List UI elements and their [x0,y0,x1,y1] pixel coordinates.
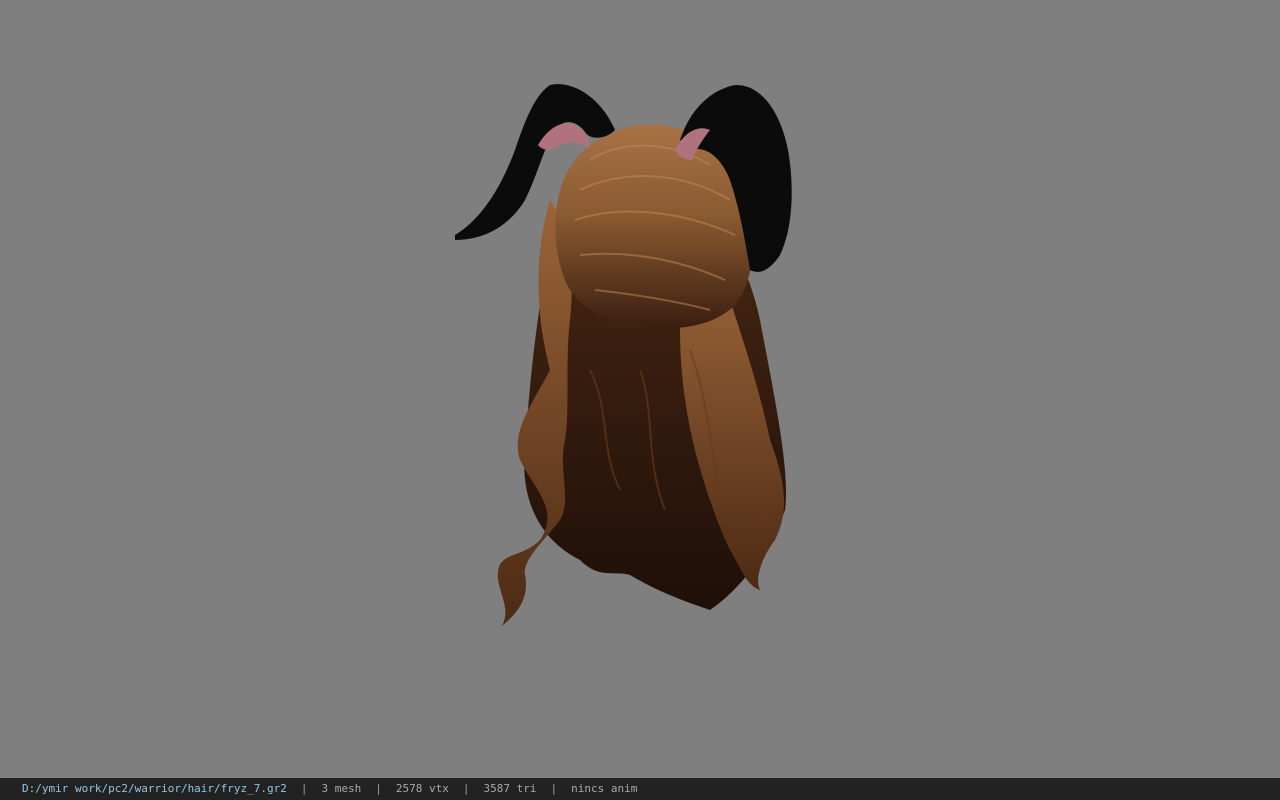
status-separator: | [300,782,308,795]
mesh-count: 3 mesh [321,782,362,795]
animation-status: nincs anim [571,782,638,795]
vertex-count: 2578 vtx [395,782,449,795]
file-path: D:/ymir work/pc2/warrior/hair/fryz_7.gr2 [22,782,287,795]
status-separator: | [550,782,558,795]
status-bar: D:/ymir work/pc2/warrior/hair/fryz_7.gr2… [0,778,1280,800]
status-separator: | [462,782,470,795]
hair-model[interactable] [440,70,810,640]
status-separator: | [375,782,382,795]
triangle-count: 3587 tri [483,782,537,795]
3d-viewport[interactable] [0,0,1280,778]
